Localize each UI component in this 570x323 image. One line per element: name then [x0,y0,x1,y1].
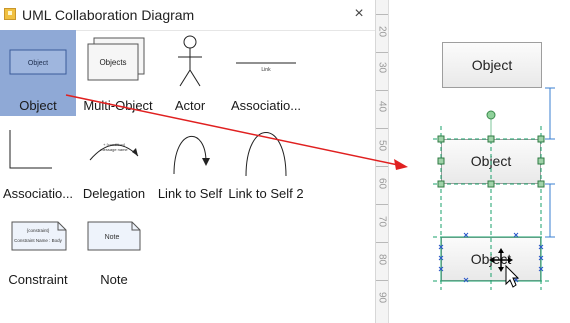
note-shape-icon: Note [87,221,141,251]
delegation-thumb-text-2: message name [100,147,128,152]
shape-label-delegation: Delegation [82,186,146,201]
ruler-label-60: 60 [376,177,388,190]
shape-label-note: Note [100,272,128,287]
shape-association-2[interactable]: Associatio... [0,118,76,204]
multi-object-thumb-text: Objects [99,58,126,67]
shape-association[interactable]: Link Associatio... [228,30,304,116]
note-thumb-text: Note [105,234,120,241]
shape-label-link-to-self-2: Link to Self 2 [228,186,304,201]
multi-object-shape-icon: Objects [87,37,145,81]
delegation-shape-icon: + [condition] message name [89,142,139,161]
association-thumb-text: Link [261,67,271,73]
vertical-ruler: 20 30 40 50 60 70 80 90 [376,0,389,323]
shape-label-actor: Actor [174,98,206,113]
library-icon [4,8,16,20]
constraint-thumb-text-1: {constraint} [27,228,50,233]
shape-constraint[interactable]: {constraint} Constraint Name : Body Cons… [0,204,76,290]
close-icon[interactable]: × [350,4,368,24]
shape-label-constraint: Constraint [8,272,68,287]
ruler-label-80: 80 [376,253,388,266]
object-thumb-text: Object [28,60,48,67]
link-to-self-2-shape-icon [245,132,287,177]
library-title: UML Collaboration Diagram [22,7,195,23]
shape-actor[interactable]: Actor [152,30,228,116]
shape-label-association-2: Associatio... [2,186,74,201]
shape-label-link-to-self: Link to Self [157,186,223,201]
ruler-label-40: 40 [376,100,388,113]
association-corner-shape-icon [9,130,52,169]
shape-object[interactable]: Object Object [0,30,76,116]
shape-label-object: Object [19,98,57,113]
canvas-object-1[interactable]: Object [442,42,542,88]
actor-shape-icon [178,35,202,87]
constraint-thumb-text-2: Constraint Name : Body [14,238,63,243]
diagram-canvas[interactable]: Object Object Object [389,0,570,323]
link-to-self-shape-icon [173,135,210,175]
object-shape-icon: Object [9,49,67,75]
ruler-label-50: 50 [376,139,388,152]
library-header: UML Collaboration Diagram × [0,0,375,30]
constraint-shape-icon: {constraint} Constraint Name : Body [11,221,67,251]
ruler-label-70: 70 [376,215,388,228]
canvas-object-2[interactable]: Object [441,139,541,184]
shape-delegation[interactable]: + [condition] message name Delegation [76,118,152,204]
ruler-label-90: 90 [376,291,388,304]
ruler-label-20: 20 [376,25,388,38]
shape-multi-object[interactable]: Objects Multi-Object [80,30,156,116]
shape-link-to-self[interactable]: Link to Self [152,118,228,204]
shape-label-association: Associatio... [230,98,302,113]
shape-library-panel: UML Collaboration Diagram × Object Objec… [0,0,376,323]
canvas-object-3[interactable]: Object [441,237,541,281]
association-shape-icon: Link [236,62,296,73]
shape-link-to-self-2[interactable]: Link to Self 2 [228,118,304,204]
ruler-label-30: 30 [376,61,388,74]
shape-note[interactable]: Note Note [76,204,152,290]
